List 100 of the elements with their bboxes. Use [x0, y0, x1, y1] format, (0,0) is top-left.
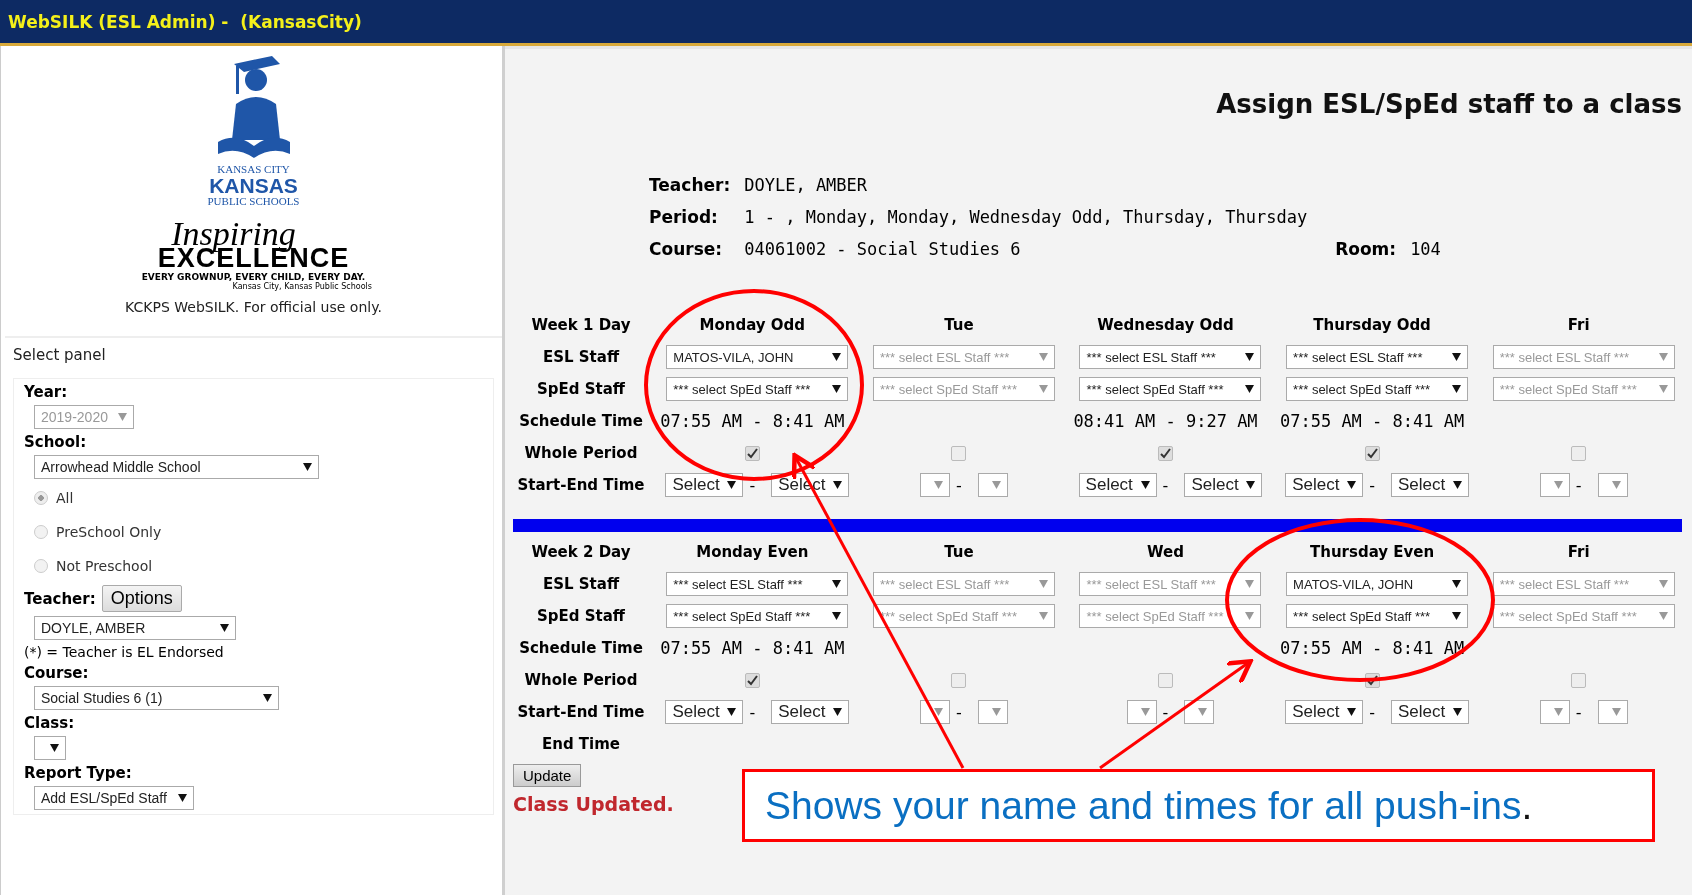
end-time-dropdown[interactable]: Select	[1391, 700, 1469, 724]
start-time-dropdown[interactable]: Select	[665, 473, 744, 497]
day-header: Tue	[944, 543, 974, 561]
caret-icon	[1140, 708, 1150, 716]
status-message: Class Updated.	[513, 793, 674, 815]
row-label: Week 1 Day	[531, 315, 631, 336]
whole-period-checkbox[interactable]	[1158, 445, 1173, 461]
end-time-dropdown[interactable]	[977, 700, 1008, 724]
logo-credit: Kansas City, Kansas Public Schools	[232, 282, 372, 291]
end-time-dropdown[interactable]	[1184, 700, 1215, 724]
whole-period-checkbox[interactable]	[744, 672, 760, 688]
info-value: 1 - , Monday, Monday, Wednesday Odd, Thursday, Thursday	[744, 207, 1308, 227]
sped-staff-dropdown[interactable]: *** select SpEd Staff ***	[1286, 604, 1469, 628]
caret-icon	[1553, 481, 1563, 489]
sped-staff-dropdown[interactable]: *** select SpEd Staff ***	[1079, 377, 1262, 401]
start-time-dropdown[interactable]: Select	[1285, 473, 1364, 497]
sped-staff-dropdown[interactable]: *** select SpEd Staff ***	[1286, 377, 1469, 401]
row-label: Start-End Time	[517, 475, 645, 496]
caret-icon	[1245, 612, 1255, 620]
info-label: Course:	[649, 239, 724, 259]
caret-icon	[1452, 385, 1462, 393]
schedule-time: 08:41 AM - 9:27 AM	[1073, 411, 1258, 431]
teacher-dropdown[interactable]: DOYLE, AMBER	[34, 616, 236, 640]
caret-icon	[1611, 481, 1621, 489]
row-label: ESL Staff	[542, 574, 620, 595]
start-time-dropdown[interactable]	[1539, 473, 1570, 497]
info-value: DOYLE, AMBER	[744, 175, 869, 195]
caret-icon	[178, 794, 187, 802]
esl-staff-dropdown[interactable]: *** select ESL Staff ***	[1079, 345, 1262, 369]
caret-icon	[832, 385, 842, 393]
checkmark-icon	[746, 447, 758, 459]
caret-icon	[303, 463, 312, 471]
caret-icon	[1245, 580, 1255, 588]
end-time-dropdown[interactable]	[1597, 473, 1628, 497]
whole-period-checkbox[interactable]	[1364, 445, 1380, 461]
caret-icon	[263, 694, 272, 702]
school-dropdown[interactable]: Arrowhead Middle School	[34, 455, 319, 479]
caret-icon	[832, 580, 842, 588]
logo-tagline: EVERY GROWNUP, EVERY CHILD, EVERY DAY.	[141, 272, 366, 282]
caret-icon	[1198, 708, 1208, 716]
logo-text: KANSAS CITY	[217, 164, 290, 175]
row-label: Week 2 Day	[531, 542, 631, 563]
row-label: SpEd Staff	[537, 606, 625, 627]
update-button[interactable]: Update	[513, 764, 582, 787]
caret-icon	[832, 353, 842, 361]
range-dash: -	[1369, 702, 1375, 722]
end-time-dropdown[interactable]	[1597, 700, 1628, 724]
caret-icon	[1658, 580, 1668, 588]
row-label: Start-End Time	[517, 702, 645, 723]
callout-period: .	[1521, 783, 1533, 828]
caret-icon	[118, 413, 127, 421]
caret-icon	[1452, 353, 1462, 361]
start-time-dropdown[interactable]: Select	[1285, 700, 1364, 724]
esl-staff-dropdown[interactable]: MATOS-VILA, JOHN	[1286, 572, 1469, 596]
range-dash: -	[749, 702, 756, 722]
start-time-dropdown[interactable]	[1539, 700, 1570, 724]
end-time-dropdown[interactable]: Select	[1391, 473, 1469, 497]
caret-icon	[1453, 481, 1462, 489]
day-header: Wednesday Odd	[1097, 316, 1234, 334]
start-time-dropdown[interactable]	[1126, 700, 1157, 724]
sped-staff-dropdown[interactable]: *** select SpEd Staff ***	[666, 604, 849, 628]
radio-button[interactable]	[34, 525, 48, 539]
field-label: Course:	[24, 664, 90, 682]
radio-label: All	[56, 490, 74, 506]
day-header: Tue	[944, 316, 974, 334]
logo-text: KANSAS	[209, 175, 298, 196]
whole-period-checkbox[interactable]	[744, 445, 760, 461]
caret-icon	[727, 708, 737, 716]
start-time-dropdown[interactable]: Select	[665, 700, 744, 724]
options-button[interactable]: Options	[101, 585, 182, 612]
start-time-dropdown[interactable]: Select	[1078, 473, 1157, 497]
checkmark-icon	[1160, 447, 1171, 459]
end-time-dropdown[interactable]	[977, 473, 1008, 497]
radio-label: PreSchool Only	[56, 524, 162, 540]
day-header: Thursday Even	[1310, 543, 1435, 561]
end-time-dropdown[interactable]: Select	[1184, 473, 1263, 497]
caret-icon	[1453, 708, 1462, 716]
start-time-dropdown[interactable]	[920, 473, 950, 497]
logo-text: PUBLIC SCHOOLS	[207, 196, 300, 207]
range-dash: -	[956, 702, 962, 722]
range-dash: -	[1369, 475, 1375, 495]
radio-button[interactable]	[34, 559, 48, 573]
report-type-dropdown[interactable]: Add ESL/SpEd Staff	[34, 786, 194, 810]
end-time-dropdown[interactable]: Select	[771, 700, 850, 724]
caret-icon	[833, 708, 843, 716]
caret-icon	[1038, 580, 1048, 588]
esl-staff-dropdown[interactable]: *** select ESL Staff ***	[666, 572, 849, 596]
caret-icon	[1038, 353, 1048, 361]
schedule-time: 07:55 AM - 8:41 AM	[660, 638, 845, 658]
caret-icon	[1140, 481, 1150, 489]
class-dropdown[interactable]	[34, 736, 66, 760]
course-dropdown[interactable]: Social Studies 6 (1)	[34, 686, 279, 710]
caret-icon	[1347, 481, 1357, 489]
row-label: Whole Period	[524, 670, 638, 691]
row-label: Schedule Time	[519, 411, 643, 432]
sped-staff-dropdown[interactable]: *** select SpEd Staff ***	[666, 377, 849, 401]
esl-staff-dropdown[interactable]: MATOS-VILA, JOHN	[666, 345, 849, 369]
caret-icon	[1553, 708, 1563, 716]
esl-staff-dropdown[interactable]: *** select ESL Staff ***	[1286, 345, 1469, 369]
radio-button[interactable]	[34, 491, 48, 505]
